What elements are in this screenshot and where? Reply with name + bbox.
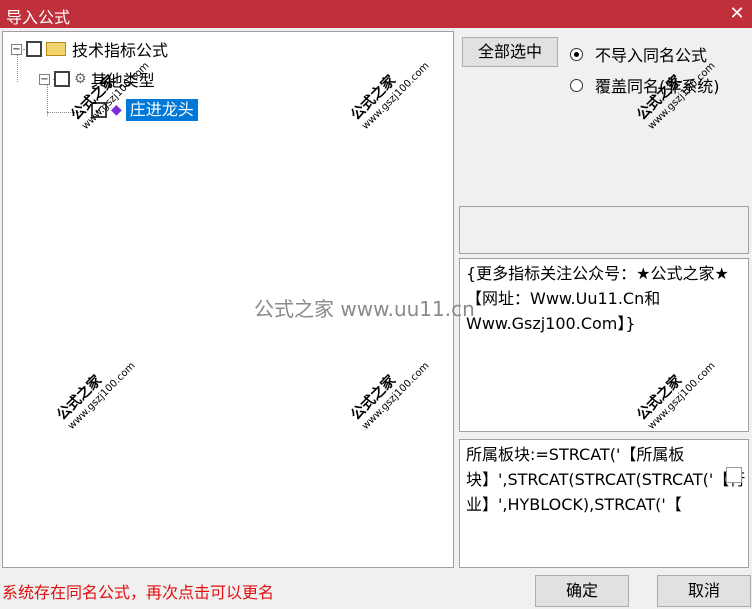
tree-checkbox[interactable] bbox=[26, 41, 42, 57]
window-title: 导入公式 bbox=[6, 8, 71, 27]
radio-button-selected[interactable] bbox=[570, 47, 583, 61]
collapse-icon[interactable]: − bbox=[11, 43, 22, 55]
title-bar: 导入公式 ✕ bbox=[0, 0, 752, 28]
watermark-center: 公式之家 www.uu11.cn bbox=[254, 297, 475, 321]
cancel-button[interactable]: 取消 bbox=[657, 575, 751, 607]
tree-node-label-selected: 庄进龙头 bbox=[125, 99, 198, 121]
tree-node-technical[interactable]: − 技术指标公式 bbox=[11, 38, 168, 60]
formula-checkbox[interactable] bbox=[726, 467, 742, 483]
formula-textbox[interactable]: 所属板块:=STRCAT('【所属板块】',STRCAT(STRCAT(STRC… bbox=[459, 439, 749, 568]
folder-icon bbox=[46, 42, 66, 56]
close-icon[interactable]: ✕ bbox=[722, 0, 752, 28]
radio-button[interactable] bbox=[570, 78, 583, 92]
select-all-button[interactable]: 全部选中 bbox=[462, 37, 558, 67]
collapse-icon[interactable]: − bbox=[39, 73, 50, 85]
description-textbox[interactable]: {更多指标关注公众号：★公式之家★【网址：Www.Uu11.Cn和Www.Gsz… bbox=[459, 258, 749, 432]
status-message: 系统存在同名公式，再次点击可以更名 bbox=[2, 583, 275, 602]
gear-icon: ⚙ bbox=[74, 71, 87, 87]
tree-checkbox[interactable] bbox=[54, 71, 70, 87]
info-box-empty bbox=[459, 206, 749, 254]
ok-button[interactable]: 确定 bbox=[535, 575, 629, 607]
